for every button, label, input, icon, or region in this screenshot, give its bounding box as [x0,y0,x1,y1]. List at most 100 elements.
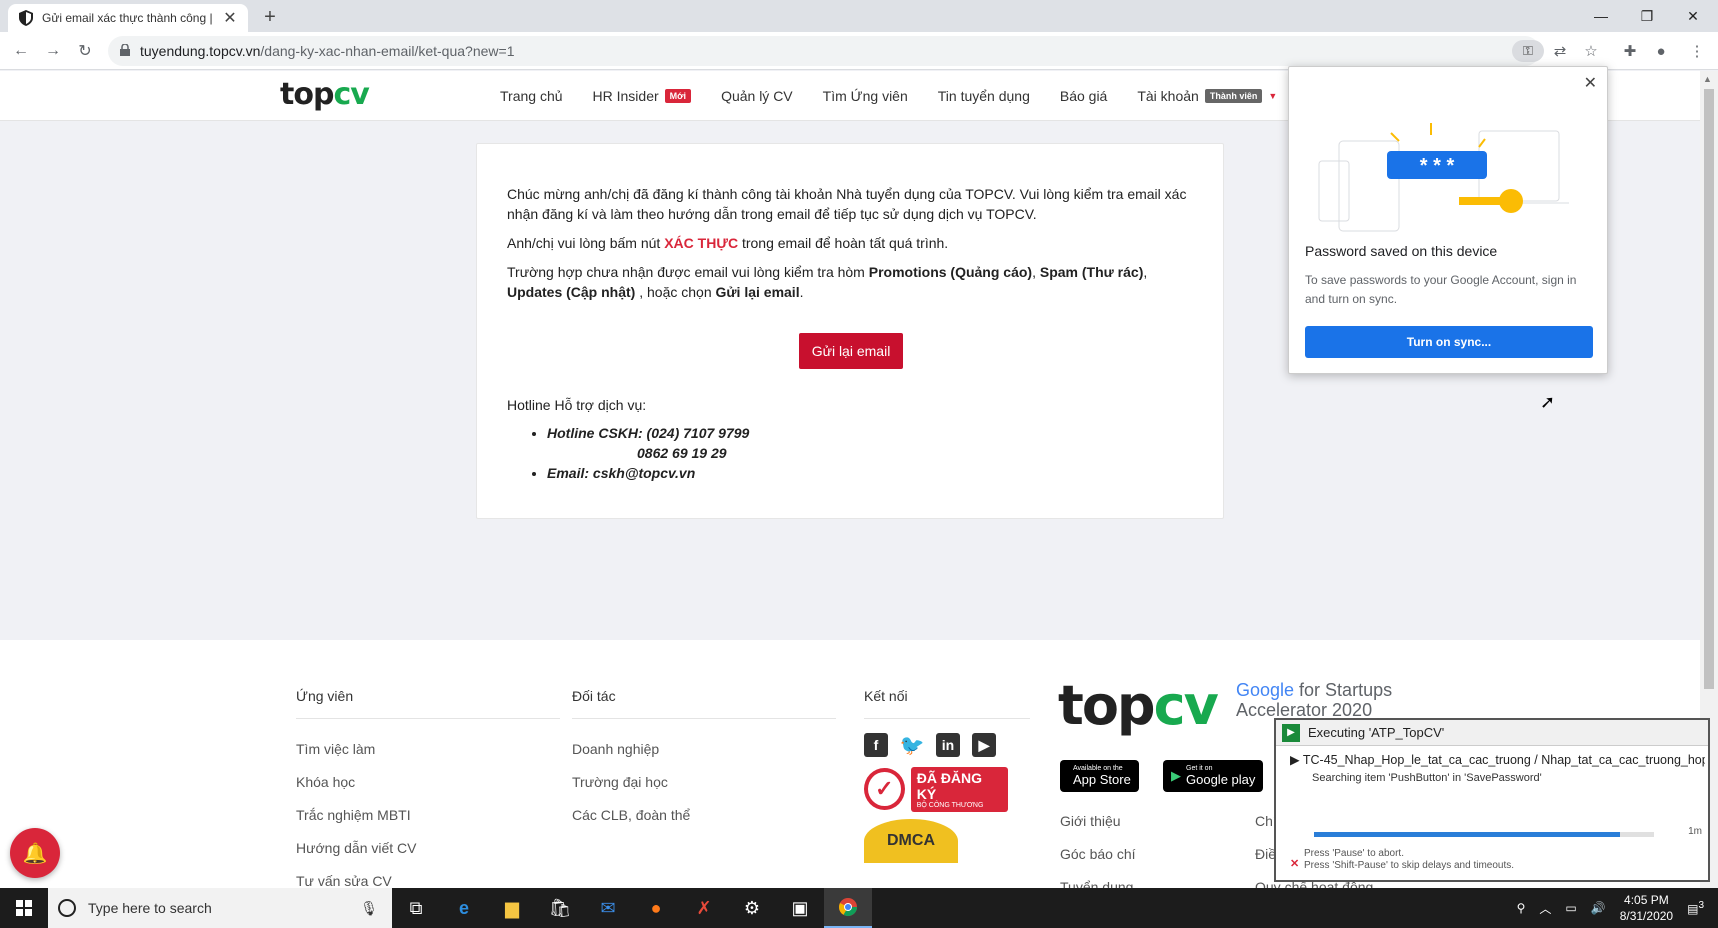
chrome-icon[interactable] [824,888,872,928]
mail-icon[interactable]: ✉ [584,888,632,928]
topcv-logo[interactable]: topcv [280,77,370,112]
nav-manage-cv[interactable]: Quản lý CV [721,88,793,104]
notification-bell-icon[interactable]: 🔔 [10,828,60,878]
search-placeholder: Type here to search [88,900,212,916]
extensions-icon[interactable]: ✚ [1619,40,1641,62]
app-store-button[interactable]: Available on the App Store [1060,760,1139,792]
play-icon: ▶ [1171,768,1181,783]
shield-icon [18,10,34,26]
star-icon[interactable]: ☆ [1580,40,1602,62]
mouse-cursor-icon: ➚ [1540,392,1556,412]
tc-test-name: ▶ TC-45_Nhap_Hop_le_tat_ca_cac_truong / … [1290,753,1705,767]
footer-link[interactable]: Tìm việc làm [296,733,560,766]
volume-icon[interactable]: 🔊 [1591,901,1606,915]
google-play-button[interactable]: ▶ Get it on Google play [1163,760,1264,792]
member-badge: Thành viên [1204,89,1263,103]
firefox-icon[interactable]: ● [632,888,680,928]
key-icon[interactable]: ⚿ [1512,40,1544,62]
scroll-thumb[interactable] [1704,89,1714,689]
back-icon[interactable]: ← [10,40,32,62]
tc-progress-fill [1314,832,1620,837]
testcomplete-panel: ▶ Executing 'ATP_TopCV' ▶ TC-45_Nhap_Hop… [1274,718,1710,882]
menu-icon[interactable]: ⋮ [1686,40,1708,62]
dmca-badge[interactable]: DMCA [864,819,958,863]
browser-tab-strip: Gửi email xác thực thành công | T ✕ + — … [0,0,1718,32]
close-window-button[interactable]: ✕ [1670,0,1716,32]
registered-badge[interactable]: ✓ ĐÃ ĐĂNG KÝ BỘ CÔNG THƯƠNG [864,766,1008,812]
nav-pricing[interactable]: Báo giá [1060,88,1107,104]
network-icon[interactable]: ▭ [1565,901,1576,915]
close-icon[interactable]: ✕ [1584,73,1597,93]
app-window-icon[interactable]: ▣ [776,888,824,928]
nav-job-posts[interactable]: Tin tuyển dụng [938,88,1030,104]
notifications-icon[interactable]: ▤3 [1687,900,1704,916]
translate-icon[interactable]: ⇄ [1549,40,1571,62]
minimize-button[interactable]: — [1578,0,1624,32]
footer-col-connect: Kết nối f 🐦 in ▶ ✓ ĐÃ ĐĂNG KÝ BỘ CÔNG THƯ… [864,688,1030,863]
twitter-icon[interactable]: 🐦 [900,733,924,757]
social-links: f 🐦 in ▶ [864,733,1030,757]
nav-home[interactable]: Trang chủ [500,88,563,104]
svg-text:* * *: * * * [1420,155,1455,177]
forward-icon[interactable]: → [42,40,64,62]
footer-col-title: Kết nối [864,688,1030,719]
facebook-icon[interactable]: f [864,733,888,757]
windows-start-icon[interactable] [0,888,48,928]
email-item: Email: cskh@topcv.vn [547,463,749,483]
task-view-icon[interactable]: ⧉ [392,888,440,928]
verify-instruction: Anh/chị vui lòng bấm nút XÁC THỰC trong … [507,235,949,251]
footer-link[interactable]: Các CLB, đoàn thể [572,799,836,832]
footer-link[interactable]: Giới thiệu [1060,805,1136,838]
footer-col-partners: Đối tác Doanh nghiệp Trường đại học Các … [572,688,836,832]
nav-find-candidates[interactable]: Tìm Ứng viên [823,88,908,104]
footer-link[interactable]: Khóa học [296,766,560,799]
hotline-section: Hotline Hỗ trợ dịch vụ: Hotline CSKH: (0… [507,397,749,483]
turn-on-sync-button[interactable]: Turn on sync... [1305,326,1593,358]
check-icon: ✓ [864,768,905,810]
tc-progress-bar [1314,832,1654,837]
linkedin-icon[interactable]: in [936,733,960,757]
lock-icon [120,42,130,59]
reload-icon[interactable]: ↻ [74,40,96,62]
file-explorer-icon[interactable]: ▆ [488,888,536,928]
settings-icon[interactable]: ⚙ [728,888,776,928]
store-icon[interactable]: 🛍 [536,888,584,928]
hotline-title: Hotline Hỗ trợ dịch vụ: [507,397,647,413]
testcomplete-icon[interactable]: ✗ [680,888,728,928]
footer-link[interactable]: Hướng dẫn viết CV [296,832,560,865]
browser-tab[interactable]: Gửi email xác thực thành công | T ✕ [8,4,248,32]
nav-account[interactable]: Tài khoản Thành viên ▼ [1137,88,1277,104]
footer-topcv-logo: topcv [1058,674,1219,737]
spam-check-instruction: Trường hợp chưa nhận được email vui lòng… [507,264,1148,300]
footer-link[interactable]: Doanh nghiệp [572,733,836,766]
microphone-icon[interactable]: 🎙 [360,900,378,917]
tc-status: Searching item 'PushButton' in 'SavePass… [1312,772,1542,784]
new-badge: Mới [664,89,692,103]
footer-col-candidates: Ứng viên Tìm việc làm Khóa học Trắc nghi… [296,688,560,898]
youtube-icon[interactable]: ▶ [972,733,996,757]
popup-description: To save passwords to your Google Account… [1305,273,1577,306]
url-host: tuyendung.topcv.vn [140,43,261,59]
people-icon[interactable]: ⚲ [1517,901,1526,915]
clock[interactable]: 4:05 PM 8/31/2020 [1620,892,1673,924]
main-nav: Trang chủ HR Insider Mới Quản lý CV Tìm Ứ… [500,71,1277,121]
footer-col-title: Ứng viên [296,688,560,719]
scroll-up-icon[interactable]: ▲ [1703,74,1712,84]
edge-icon[interactable]: e [440,888,488,928]
footer-link[interactable]: Trắc nghiệm MBTI [296,799,560,832]
restore-button[interactable]: ❐ [1624,0,1670,32]
cortana-icon [58,899,76,917]
taskbar-search[interactable]: Type here to search 🎙 [48,888,392,928]
resend-email-button[interactable]: Gửi lại email [799,333,903,369]
new-tab-button[interactable]: + [258,4,282,30]
system-tray: ⚲ ︿ ▭ 🔊 4:05 PM 8/31/2020 ▤3 [1517,888,1718,928]
footer-link[interactable]: Trường đại học [572,766,836,799]
password-saved-popup: ✕ * * * Password saved on this device To… [1288,66,1608,374]
close-icon[interactable]: ✕ [222,8,238,28]
footer-link[interactable]: Góc báo chí [1060,838,1136,871]
url-path: /dang-ky-xac-nhan-email/ket-qua?new=1 [260,43,515,59]
address-bar[interactable]: tuyendung.topcv.vn/dang-ky-xac-nhan-emai… [108,36,1540,66]
chevron-up-icon[interactable]: ︿ [1539,900,1551,917]
profile-icon[interactable]: ● [1650,40,1672,62]
nav-hr-insider[interactable]: HR Insider Mới [593,88,692,104]
